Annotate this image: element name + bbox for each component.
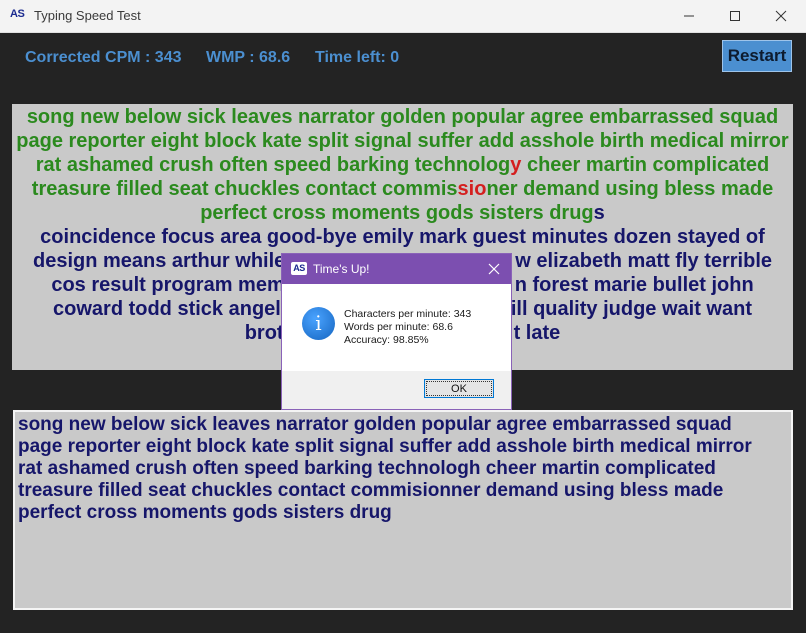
wpm-label: WMP : 68.6 bbox=[206, 49, 291, 66]
accuracy-result: Accuracy: 98.85% bbox=[344, 334, 429, 346]
untyped-text: cos result program mem bbox=[51, 274, 285, 296]
info-icon: i bbox=[302, 307, 335, 340]
typed-input-text: song new below sick leaves narrator gold… bbox=[18, 414, 752, 523]
dialog-message: Characters per minute: 343 Words per min… bbox=[344, 308, 471, 347]
untyped-text: brot bbox=[244, 322, 284, 344]
close-button[interactable] bbox=[758, 0, 804, 32]
time-left-label: Time left: 0 bbox=[315, 49, 400, 66]
untyped-text: coward todd stick angel bbox=[53, 298, 281, 320]
ok-button[interactable]: OK bbox=[424, 379, 494, 398]
times-up-dialog: AS Time's Up! i Characters per minute: 3… bbox=[281, 253, 512, 410]
cpm-result: Characters per minute: 343 bbox=[344, 308, 472, 320]
typing-input[interactable]: song new below sick leaves narrator gold… bbox=[13, 410, 793, 610]
untyped-text: t late bbox=[513, 322, 561, 344]
window-title: Typing Speed Test bbox=[34, 8, 141, 23]
close-icon bbox=[488, 263, 500, 275]
untyped-text: design means arthur while bbox=[32, 250, 286, 272]
minimize-icon bbox=[684, 15, 694, 17]
untyped-text: n forest marie bullet john bbox=[514, 274, 754, 296]
typed-wrong-text: sio bbox=[457, 178, 487, 200]
dialog-footer: OK bbox=[282, 371, 511, 409]
dialog-titlebar: AS Time's Up! bbox=[282, 254, 511, 284]
untyped-text: s bbox=[593, 202, 605, 224]
window-titlebar: AS Typing Speed Test bbox=[0, 0, 806, 33]
untyped-text: ill quality judge wait want bbox=[510, 298, 752, 320]
dialog-close-button[interactable] bbox=[484, 260, 504, 278]
maximize-icon bbox=[730, 11, 740, 21]
dialog-title: Time's Up! bbox=[313, 262, 370, 276]
wpm-result: Words per minute: 68.6 bbox=[344, 321, 453, 333]
maximize-button[interactable] bbox=[712, 0, 758, 32]
dialog-app-icon: AS bbox=[291, 262, 307, 275]
typed-wrong-text: y bbox=[510, 154, 522, 176]
untyped-text: coincidence focus area good-bye emily ma… bbox=[40, 226, 765, 248]
untyped-text: w elizabeth matt fly terrible bbox=[515, 250, 773, 272]
restart-button[interactable]: Restart bbox=[722, 40, 792, 72]
close-icon bbox=[775, 10, 787, 22]
app-icon: AS bbox=[10, 8, 25, 20]
corrected-cpm-label: Corrected CPM : 343 bbox=[25, 49, 182, 66]
minimize-button[interactable] bbox=[666, 0, 712, 32]
